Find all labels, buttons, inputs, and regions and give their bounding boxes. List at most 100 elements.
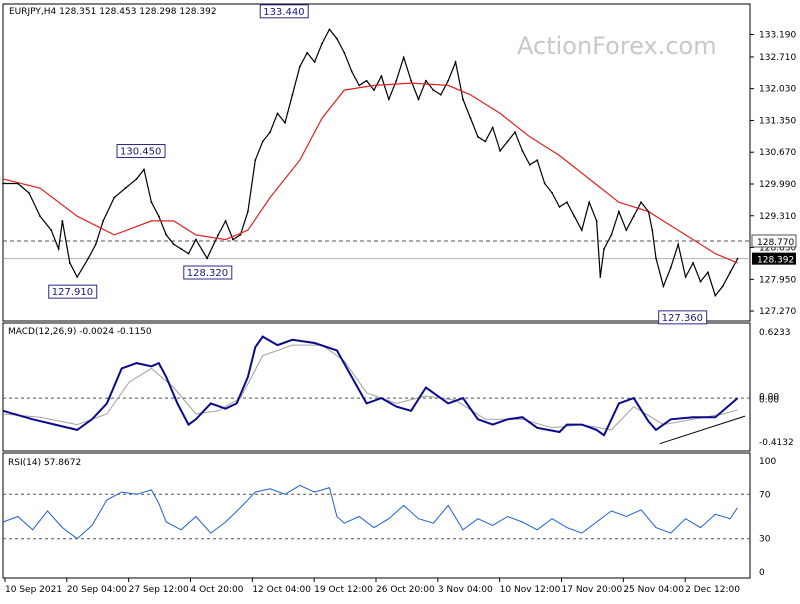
rsi-tick-label: 100 <box>759 457 776 467</box>
time-tick-label: 10 Nov 12:00 <box>500 585 561 595</box>
price-point <box>143 168 145 171</box>
price-tick-label: 133.190 <box>759 30 796 40</box>
price-point <box>588 201 591 204</box>
time-tick-label: 4 Oct 20:00 <box>191 585 244 595</box>
rsi-tick-label: 70 <box>759 490 771 500</box>
price-point <box>365 79 368 82</box>
price-point <box>28 191 30 194</box>
time-tick-label: 10 Sep 2021 <box>5 585 62 595</box>
price-point <box>729 271 732 274</box>
annotation-label: 128.320 <box>187 268 228 279</box>
price-point <box>499 149 502 152</box>
price-point <box>655 257 657 260</box>
price-point <box>662 285 665 288</box>
price-point <box>57 248 60 250</box>
price-point <box>536 159 539 162</box>
time-tick-label: 25 Nov 04:00 <box>623 585 684 595</box>
price-point <box>195 238 197 241</box>
price-point <box>647 210 650 213</box>
price-point <box>506 140 509 143</box>
price-point <box>276 112 279 115</box>
rsi-header: RSI(14) 57.8672 <box>8 458 81 468</box>
price-tick-label: 129.990 <box>759 180 796 190</box>
price-point <box>246 210 249 213</box>
annotation-label: 130.450 <box>120 147 161 158</box>
time-tick-label: 12 Oct 04:00 <box>252 585 311 595</box>
price-header: EURJPY,H4 128.351 128.453 128.298 128.39… <box>9 7 217 17</box>
time-tick-label: 17 Nov 20:00 <box>562 585 623 595</box>
watermark: ActionForex.com <box>517 32 717 60</box>
price-point <box>551 191 553 194</box>
price-point <box>16 182 19 185</box>
price-point <box>298 65 301 68</box>
time-tick-label: 2 Dec 12:00 <box>685 585 740 595</box>
price-point <box>2 182 4 185</box>
price-point <box>321 42 323 45</box>
price-point <box>87 257 90 260</box>
resistance-label: 128.770 <box>757 238 794 248</box>
price-point <box>677 243 680 246</box>
price-point <box>447 79 450 82</box>
price-point <box>395 79 398 82</box>
price-point <box>306 51 309 54</box>
price-point <box>684 276 687 278</box>
chart-svg: ActionForex.com EURJPY,H4 128.351 128.45… <box>0 0 800 600</box>
price-point <box>736 257 739 260</box>
price-point <box>699 280 702 283</box>
time-tick-label: 20 Sep 04:00 <box>67 585 127 595</box>
price-point <box>573 215 576 218</box>
price-point <box>180 248 182 250</box>
price-point <box>187 252 190 255</box>
price-point <box>692 262 694 264</box>
chart-window: ActionForex.com EURJPY,H4 128.351 128.45… <box>0 0 800 600</box>
price-point <box>402 56 405 59</box>
price-point <box>595 219 598 222</box>
price-point <box>514 131 516 134</box>
price-point <box>462 98 464 101</box>
price-point <box>566 201 568 204</box>
price-point <box>61 219 64 222</box>
price-point <box>603 248 605 250</box>
price-tick-label: 129.310 <box>759 212 796 222</box>
annotation-label: 127.910 <box>52 287 93 298</box>
price-point <box>373 89 375 91</box>
price-tick-label: 127.270 <box>759 307 796 317</box>
price-point <box>417 98 420 101</box>
annotation-label: 127.360 <box>662 313 703 324</box>
price-point <box>94 243 97 246</box>
price-point <box>291 93 294 96</box>
price-point <box>150 201 153 204</box>
price-point <box>580 229 583 232</box>
price-point <box>610 234 613 236</box>
price-point <box>206 257 208 260</box>
price-point <box>425 79 427 82</box>
price-point <box>491 126 494 129</box>
price-point <box>410 79 412 82</box>
price-point <box>484 140 487 143</box>
price-point <box>543 182 546 185</box>
price-tick-label: 131.350 <box>759 116 796 126</box>
price-point <box>254 159 257 162</box>
macd-header: MACD(12,26,9) -0.0024 -0.1150 <box>8 327 152 337</box>
price-point <box>113 196 116 199</box>
time-tick-label: 3 Nov 04:00 <box>438 585 493 595</box>
price-point <box>528 163 531 166</box>
price-point <box>632 215 635 218</box>
price-point <box>284 121 286 124</box>
price-point <box>625 229 628 232</box>
price-point <box>157 215 160 218</box>
price-point <box>232 238 234 241</box>
price-point <box>313 61 316 63</box>
price-point <box>239 234 242 236</box>
annotation-label: 133.440 <box>263 7 304 18</box>
price-point <box>50 229 53 232</box>
price-point <box>721 285 724 288</box>
price-point <box>432 89 435 91</box>
price-point <box>336 37 338 40</box>
price-point <box>521 149 524 152</box>
price-point <box>476 135 479 138</box>
price-point <box>558 205 561 208</box>
price-point <box>68 262 71 264</box>
price-point <box>358 84 361 87</box>
price-point <box>328 28 331 31</box>
